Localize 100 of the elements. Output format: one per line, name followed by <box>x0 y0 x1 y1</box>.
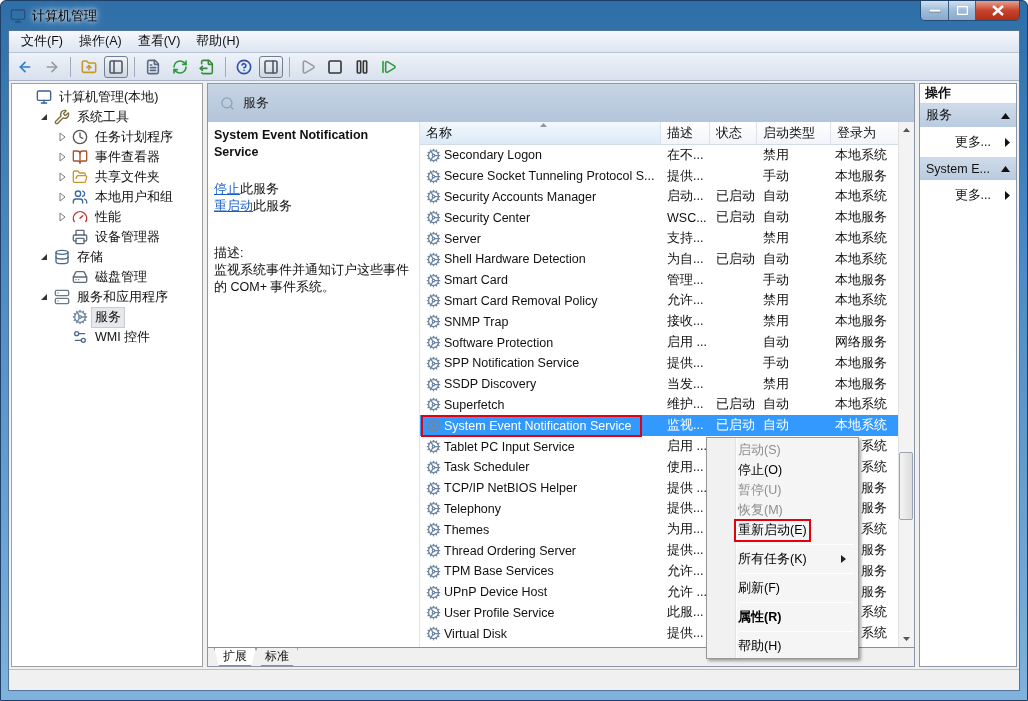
action-link[interactable]: 停止 <box>214 182 240 196</box>
action-link[interactable]: 重启动 <box>214 199 253 213</box>
column-header[interactable]: 名称 <box>420 122 661 144</box>
expanded-arrow-icon[interactable] <box>40 253 48 261</box>
service-name[interactable]: Shell Hardware Detection <box>422 249 661 270</box>
menu-item[interactable]: 帮助(H) <box>190 31 246 52</box>
close-button[interactable] <box>975 1 1019 20</box>
collapsed-arrow-icon[interactable] <box>58 172 66 182</box>
tab[interactable]: 扩展 <box>214 648 256 666</box>
service-name[interactable]: Themes <box>422 519 661 540</box>
service-name[interactable]: User Profile Service <box>422 602 661 623</box>
step-forward-icon <box>381 58 397 75</box>
table-cell-text: 禁用 <box>762 375 790 393</box>
expanded-arrow-icon[interactable] <box>40 113 48 121</box>
gear-icon <box>426 605 441 621</box>
tab[interactable]: 标准 <box>256 648 298 666</box>
table-cell-text: 已启动 <box>715 209 756 227</box>
collapsed-arrow-icon[interactable] <box>58 132 66 142</box>
service-name[interactable]: TPM Base Services <box>422 561 661 582</box>
table-cell-text: 本地系统 <box>834 146 888 164</box>
service-name[interactable]: Security Accounts Manager <box>422 187 661 207</box>
service-name[interactable]: UPnP Device Host <box>422 582 661 603</box>
table-cell-text: 管理... <box>666 271 705 289</box>
context-menu-item[interactable]: 帮助(H) <box>709 636 856 656</box>
collapsed-arrow-icon[interactable] <box>58 152 66 162</box>
table-cell-text: 已启动 <box>715 417 756 435</box>
tree-item[interactable]: 事件查看器 <box>91 146 164 168</box>
table-cell-text: 提供... <box>666 167 705 185</box>
table-cell-text: 手动 <box>762 271 790 289</box>
service-name[interactable]: Thread Ordering Server <box>422 540 661 561</box>
scroll-down-icon[interactable] <box>903 637 910 641</box>
service-name[interactable]: Tablet PC Input Service <box>422 436 661 457</box>
service-name[interactable]: SPP Notification Service <box>422 353 661 374</box>
gear-icon <box>426 626 441 642</box>
collapse-arrow-icon[interactable] <box>1001 165 1010 172</box>
clock-icon <box>72 129 88 145</box>
table-cell-text: 自动 <box>762 250 790 268</box>
service-name[interactable]: Software Protection <box>422 332 661 353</box>
column-header[interactable]: 描述 <box>661 122 710 144</box>
service-name[interactable]: SNMP Trap <box>422 311 661 332</box>
action-item[interactable]: 更多... <box>920 127 1016 157</box>
service-name[interactable]: TCP/IP NetBIOS Helper <box>422 478 661 499</box>
collapse-arrow-icon[interactable] <box>1001 112 1010 119</box>
service-name[interactable]: Security Center <box>422 207 661 228</box>
tree-item[interactable]: 计算机管理(本地) <box>55 86 163 108</box>
monitor-icon <box>10 7 26 24</box>
service-name[interactable]: SSDP Discovery <box>422 374 661 395</box>
service-name[interactable]: Superfetch <box>422 394 661 415</box>
maximize-button[interactable] <box>948 1 975 20</box>
tree-item[interactable]: WMI 控件 <box>91 326 155 348</box>
collapsed-arrow-icon[interactable] <box>58 212 66 222</box>
tree-item[interactable]: 磁盘管理 <box>91 266 151 288</box>
table-cell-text: 在不... <box>666 146 705 164</box>
panel-right-icon <box>263 58 279 75</box>
menu-item[interactable]: 操作(A) <box>72 31 128 52</box>
tree-item[interactable]: 性能 <box>91 206 125 228</box>
service-name[interactable]: Secondary Logon <box>422 145 661 166</box>
tree-item[interactable]: 服务 <box>91 306 125 328</box>
submenu-arrow-icon <box>1005 137 1010 147</box>
table-cell-text: 本地服务 <box>834 354 888 372</box>
gear-icon <box>426 210 441 226</box>
tree-item[interactable]: 设备管理器 <box>91 226 164 248</box>
service-name[interactable]: Secure Socket Tunneling Protocol S... <box>422 166 661 187</box>
menu-item[interactable]: 查看(V) <box>131 31 187 52</box>
service-name[interactable]: Smart Card Removal Policy <box>422 290 661 311</box>
collapsed-arrow-icon[interactable] <box>58 192 66 202</box>
context-menu-item[interactable]: 重新启动(E) <box>709 520 856 540</box>
gear-icon <box>426 563 441 579</box>
column-header[interactable]: 状态 <box>710 122 757 144</box>
menu-item[interactable]: 文件(F) <box>15 31 69 52</box>
expanded-arrow-icon[interactable] <box>40 293 48 301</box>
service-name[interactable]: Smart Card <box>422 270 661 291</box>
column-header[interactable]: 启动类型 <box>757 122 831 144</box>
section-header[interactable]: 服务 <box>920 104 1016 127</box>
tree-item[interactable]: 服务和应用程序 <box>73 286 172 308</box>
gear-icon <box>72 309 88 325</box>
table-cell-text: 提供 ... <box>666 479 708 497</box>
table-cell-text: 本地系统 <box>834 188 888 206</box>
service-name[interactable]: Virtual Disk <box>422 623 661 644</box>
scroll-thumb[interactable] <box>899 452 913 520</box>
section-header[interactable]: System E... <box>920 157 1016 180</box>
service-name[interactable]: Server <box>422 228 661 249</box>
folder-up-icon <box>81 58 97 75</box>
action-item[interactable]: 更多... <box>920 180 1016 210</box>
gear-icon <box>426 293 441 309</box>
tree-item[interactable]: 任务计划程序 <box>91 126 177 148</box>
context-menu-item[interactable]: 所有任务(K) <box>709 549 856 569</box>
context-menu-item[interactable]: 停止(O) <box>709 460 856 480</box>
service-name[interactable]: Telephony <box>422 498 661 519</box>
tree-item[interactable]: 存储 <box>73 246 107 268</box>
tree-item[interactable]: 本地用户和组 <box>91 186 177 208</box>
context-menu-item[interactable]: 属性(R) <box>709 607 856 627</box>
table-cell-text: 禁用 <box>762 230 790 248</box>
table-cell-text: 为用... <box>666 521 705 539</box>
service-name[interactable]: Task Scheduler <box>422 457 661 478</box>
scroll-up-icon[interactable] <box>903 128 910 132</box>
gear-icon <box>426 272 441 288</box>
tree-item[interactable]: 共享文件夹 <box>91 166 164 188</box>
tree-item[interactable]: 系统工具 <box>73 106 133 128</box>
context-menu-item[interactable]: 刷新(F) <box>709 578 856 598</box>
